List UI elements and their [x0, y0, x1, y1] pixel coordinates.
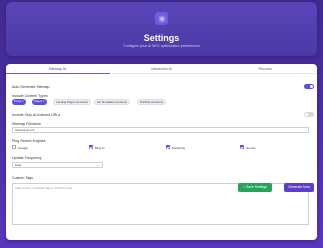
gemini-checkbox[interactable]	[240, 145, 244, 149]
gear-icon	[155, 12, 168, 25]
filename-label: Sitemap Filename	[12, 122, 41, 126]
include-indexed-label: Include Only AI-Indexed URLs	[12, 113, 61, 117]
perplexity-checkbox[interactable]	[166, 145, 170, 149]
tab-sitemap[interactable]: Sitemap XL	[6, 64, 110, 74]
generate-now-button[interactable]: Generate Now	[284, 183, 314, 192]
ping-engines-label: Ping Search Engines	[12, 139, 46, 143]
update-frequency-select[interactable]: Daily ⌄	[12, 162, 103, 168]
content-types-label: Include Content Types	[12, 94, 48, 98]
google-checkbox[interactable]	[12, 145, 16, 149]
save-settings-button[interactable]: ○ Save Settings	[238, 183, 272, 192]
include-indexed-toggle[interactable]	[304, 112, 314, 117]
tab-records[interactable]: Records	[213, 64, 317, 73]
chevron-down-icon: ⌄	[97, 163, 100, 167]
chip-ab-templates[interactable]: Ab Templates (Custom)	[94, 99, 131, 105]
filename-input[interactable]: sitemap-ai.xml	[12, 127, 309, 133]
perplexity-label: Perplexity	[172, 145, 186, 150]
gemini-label: Gemini	[246, 145, 256, 150]
auto-generate-toggle[interactable]	[304, 84, 314, 89]
google-label: Google	[18, 145, 28, 150]
tab-interactive-ai[interactable]: Interactive AI	[110, 64, 214, 73]
update-frequency-value: Daily	[15, 163, 22, 167]
page-title: Settings	[143, 33, 180, 43]
tab-bar: Sitemap XL Interactive AI Records	[6, 64, 317, 74]
chip-portfolio[interactable]: Portfolio (Custom)	[137, 99, 167, 105]
chip-posts[interactable]: Posts ×	[12, 99, 26, 105]
chip-landing-pages[interactable]: Landing Pages (Custom)	[53, 99, 91, 105]
custom-tags-label: Custom Tags	[12, 176, 33, 180]
chip-pages[interactable]: Pages ×	[32, 99, 47, 105]
bing-label: Bing AI	[95, 145, 105, 150]
auto-generate-label: Auto Generate Sitemap	[12, 85, 50, 89]
update-frequency-label: Update Frequency	[12, 156, 42, 160]
settings-panel: Sitemap XL Interactive AI Records Auto G…	[6, 64, 317, 240]
page-subtitle: Configure your AI SEO optimization prefe…	[123, 44, 200, 48]
bing-checkbox[interactable]	[89, 145, 93, 149]
